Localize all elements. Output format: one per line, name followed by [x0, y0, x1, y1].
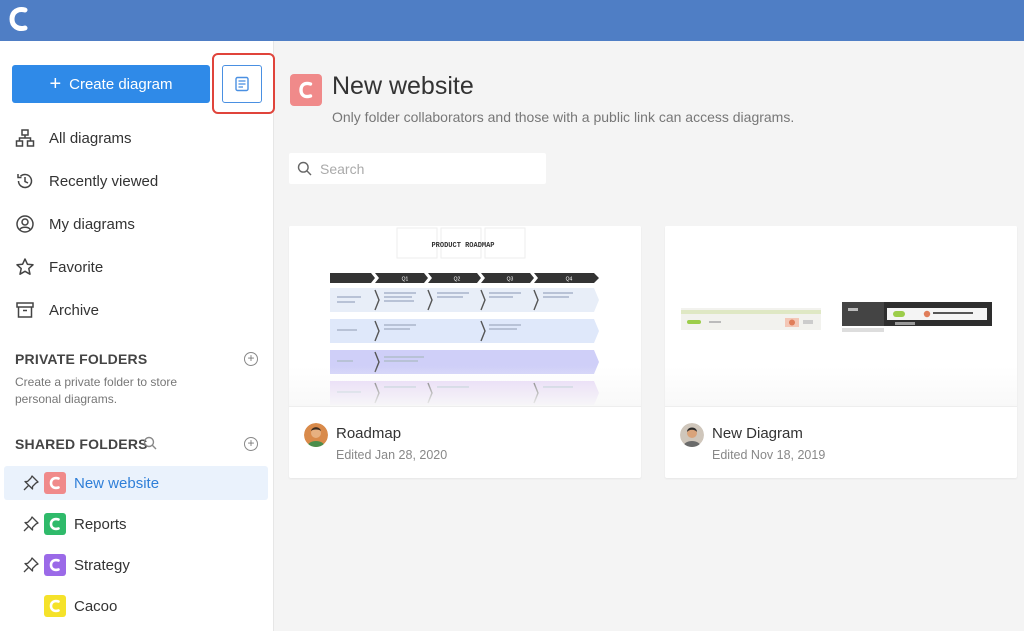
folder-logo-icon — [44, 472, 66, 494]
search-icon — [297, 161, 312, 176]
archive-icon — [16, 302, 34, 318]
page-subtitle: Only folder collaborators and those with… — [332, 109, 795, 125]
nav-label: Archive — [49, 301, 100, 319]
diagram-thumbnail — [665, 226, 1017, 406]
folder-label: Strategy — [74, 556, 130, 574]
nav-favorite[interactable]: Favorite — [15, 253, 103, 281]
thumb-column-label: Q2 — [454, 277, 461, 283]
folder-label: New website — [74, 474, 160, 492]
nav-label: All diagrams — [49, 129, 132, 147]
card-meta: New Diagram Edited Nov 18, 2019 — [665, 406, 1017, 478]
nav-label: My diagrams — [49, 215, 135, 233]
avatar — [304, 423, 328, 447]
add-private-folder-icon[interactable]: + — [244, 352, 258, 366]
folder-item-new-website[interactable]: New website — [4, 466, 268, 500]
folder-logo-icon — [44, 554, 66, 576]
folder-item-reports[interactable]: Reports — [4, 507, 268, 541]
folder-item-strategy[interactable]: Strategy — [4, 548, 268, 582]
create-diagram-label: Create diagram — [69, 75, 173, 93]
create-diagram-button[interactable]: + Create diagram — [12, 65, 210, 103]
pin-icon[interactable] — [22, 556, 40, 574]
template-icon — [235, 76, 249, 92]
search-bar[interactable] — [289, 153, 546, 184]
thumb-column-label: Q4 — [566, 277, 573, 283]
folder-logo-icon — [44, 513, 66, 535]
diagram-name: New Diagram — [712, 425, 803, 442]
page-title: New website — [332, 72, 474, 100]
top-bar — [0, 0, 1024, 41]
card-meta: Roadmap Edited Jan 28, 2020 — [289, 406, 641, 478]
thumb-column-label: Q1 — [402, 277, 409, 283]
folder-label: Cacoo — [74, 597, 118, 615]
search-input[interactable] — [320, 160, 530, 177]
shared-folders-title: SHARED FOLDERS — [15, 436, 148, 452]
diagram-edited-date: Edited Nov 18, 2019 — [712, 448, 826, 462]
template-button[interactable] — [222, 65, 262, 103]
nav-my-diagrams[interactable]: My diagrams — [15, 210, 135, 238]
add-shared-folder-icon[interactable]: + — [244, 437, 258, 451]
nav-label: Recently viewed — [49, 172, 159, 190]
pin-icon[interactable] — [22, 515, 40, 533]
diagram-name: Roadmap — [336, 425, 402, 442]
plus-icon: + — [49, 73, 62, 95]
nav-archive[interactable]: Archive — [15, 296, 99, 324]
nav-label: Favorite — [49, 258, 104, 276]
sitemap-icon — [15, 129, 35, 147]
history-icon — [17, 173, 33, 189]
folder-item-cacoo[interactable]: Cacoo — [4, 589, 268, 623]
cacoo-logo-icon[interactable] — [8, 6, 30, 32]
pin-icon[interactable] — [22, 474, 40, 492]
sidebar: + Create diagram All diagrams Recently v… — [0, 41, 275, 631]
thumb-column-label: Q3 — [507, 277, 514, 283]
diagram-thumbnail: PRODUCT ROADMAP Q1 Q2 Q3 Q4 — [289, 226, 641, 406]
user-circle-icon — [16, 215, 34, 233]
folder-logo-icon — [44, 595, 66, 617]
star-icon — [16, 258, 34, 275]
private-folders-title: PRIVATE FOLDERS — [15, 351, 148, 367]
diagram-edited-date: Edited Jan 28, 2020 — [336, 448, 448, 462]
nav-recently-viewed[interactable]: Recently viewed — [15, 167, 158, 195]
folder-label: Reports — [74, 515, 127, 533]
avatar — [680, 423, 704, 447]
private-folders-description: Create a private folder to store persona… — [15, 375, 178, 406]
nav-all-diagrams[interactable]: All diagrams — [15, 124, 132, 152]
diagram-card-roadmap[interactable]: PRODUCT ROADMAP Q1 Q2 Q3 Q4 Roadmap Edit… — [289, 226, 641, 478]
search-folders-icon[interactable] — [143, 436, 157, 450]
thumb-title: PRODUCT ROADMAP — [431, 242, 494, 250]
diagram-card-new-diagram[interactable]: New Diagram Edited Nov 18, 2019 — [665, 226, 1017, 478]
folder-title-icon — [290, 74, 322, 106]
